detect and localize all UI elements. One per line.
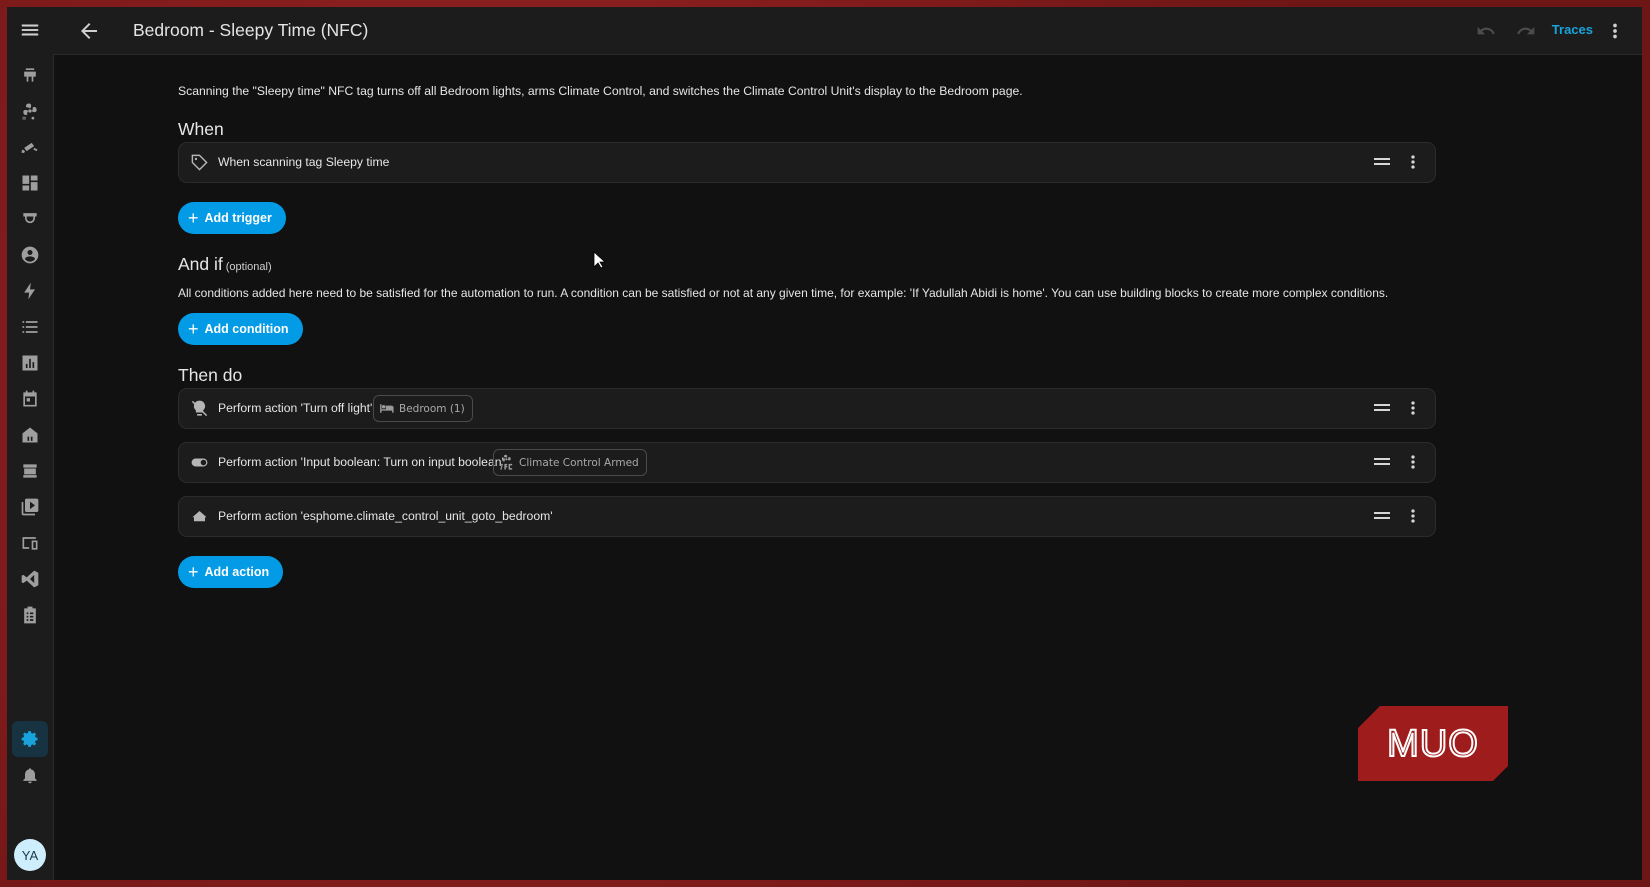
more-vertical-icon[interactable] <box>1403 506 1423 526</box>
conditions-description: All conditions added here need to be sat… <box>178 286 1389 300</box>
lightbulb-off-icon <box>191 400 208 417</box>
action-label: Perform action 'Turn off light' <box>218 401 373 415</box>
optional-label: (optional) <box>225 261 272 273</box>
sidebar-item-notifications-icon[interactable] <box>12 757 48 793</box>
sidebar-item-cameras-icon[interactable] <box>12 129 48 165</box>
drag-handle-icon[interactable] <box>1373 401 1391 415</box>
esphome-icon <box>192 510 207 522</box>
plus-icon: + <box>188 562 199 582</box>
more-vertical-icon[interactable] <box>1403 398 1423 418</box>
automation-description: Scanning the "Sleepy time" NFC tag turns… <box>178 84 1023 98</box>
sidebar-item-energy-icon[interactable] <box>12 201 48 237</box>
toggle-icon <box>191 458 208 467</box>
add-trigger-label: Add trigger <box>204 211 272 225</box>
chip-label: Bedroom (1) <box>399 402 465 415</box>
mouse-cursor-icon <box>593 251 607 269</box>
plus-icon: + <box>188 319 199 339</box>
user-avatar[interactable]: YA <box>14 839 46 871</box>
sidebar-item-clipboard-icon[interactable] <box>12 597 48 633</box>
sidebar-item-dashboard-icon[interactable] <box>12 165 48 201</box>
page-title: Bedroom - Sleepy Time (NFC) <box>133 20 369 40</box>
chip-label: Climate Control Armed <box>519 456 639 469</box>
bed-icon <box>380 404 394 413</box>
target-chip[interactable]: Bedroom (1) <box>373 395 473 422</box>
sidebar-item-vscode-icon[interactable] <box>12 561 48 597</box>
conditions-title: And if <box>178 254 223 274</box>
action-card[interactable]: Perform action 'esphome.climate_control_… <box>178 496 1436 537</box>
muo-watermark-logo: MUO <box>1358 706 1508 781</box>
tag-icon <box>191 154 208 171</box>
trigger-label: When scanning tag Sleepy time <box>218 155 390 169</box>
add-trigger-button[interactable]: + Add trigger <box>178 202 286 234</box>
more-vertical-icon[interactable] <box>1403 152 1423 172</box>
conditions-heading: And if (optional) <box>178 254 272 275</box>
sidebar-item-logbook-icon[interactable] <box>12 309 48 345</box>
svg-text:MUO: MUO <box>1387 723 1479 765</box>
drag-handle-icon[interactable] <box>1373 455 1391 469</box>
back-arrow-icon[interactable] <box>77 19 101 43</box>
more-vertical-icon[interactable] <box>1604 20 1626 42</box>
add-condition-label: Add condition <box>204 322 289 336</box>
redo-icon[interactable] <box>1516 21 1536 41</box>
add-condition-button[interactable]: + Add condition <box>178 313 303 345</box>
actions-heading: Then do <box>178 365 243 385</box>
top-app-bar: Bedroom - Sleepy Time (NFC) Traces <box>53 7 1642 55</box>
add-action-label: Add action <box>204 565 270 579</box>
target-chip[interactable]: Climate Control Armed <box>493 449 647 476</box>
sidebar-item-devices-icon[interactable] <box>12 525 48 561</box>
more-vertical-icon[interactable] <box>1403 452 1423 472</box>
undo-icon[interactable] <box>1476 21 1496 41</box>
triggers-heading: When <box>178 119 224 139</box>
action-card[interactable]: Perform action 'Turn off light' Bedroom … <box>178 388 1436 429</box>
action-card[interactable]: Perform action 'Input boolean: Turn on i… <box>178 442 1436 483</box>
traces-button[interactable]: Traces <box>1552 22 1593 37</box>
add-action-button[interactable]: + Add action <box>178 556 284 588</box>
air-conditioner-icon <box>500 454 513 470</box>
action-label: Perform action 'Input boolean: Turn on i… <box>218 455 504 469</box>
plus-icon: + <box>188 208 199 228</box>
sidebar-item-history-icon[interactable] <box>12 345 48 381</box>
sidebar-item-energy-bolt-icon[interactable] <box>12 273 48 309</box>
sidebar-item-settings-icon[interactable] <box>12 721 48 757</box>
drag-handle-icon[interactable] <box>1373 155 1391 169</box>
home-assistant-app: YA Bedroom - Sleepy Time (NFC) Traces Sc… <box>7 7 1642 880</box>
sidebar: YA <box>7 7 54 880</box>
sidebar-item-hacs-icon[interactable] <box>12 453 48 489</box>
sidebar-item-calendar-icon[interactable] <box>12 381 48 417</box>
sidebar-item-media-icon[interactable] <box>12 489 48 525</box>
sidebar-item-climate-icon[interactable] <box>12 93 48 129</box>
sidebar-item-person-icon[interactable] <box>12 237 48 273</box>
sidebar-item-home-icon[interactable] <box>12 417 48 453</box>
trigger-card[interactable]: When scanning tag Sleepy time <box>178 142 1436 183</box>
action-label: Perform action 'esphome.climate_control_… <box>218 509 553 523</box>
drag-handle-icon[interactable] <box>1373 509 1391 523</box>
hamburger-menu-icon[interactable] <box>19 19 41 41</box>
sidebar-item-overview-icon[interactable] <box>12 57 48 93</box>
